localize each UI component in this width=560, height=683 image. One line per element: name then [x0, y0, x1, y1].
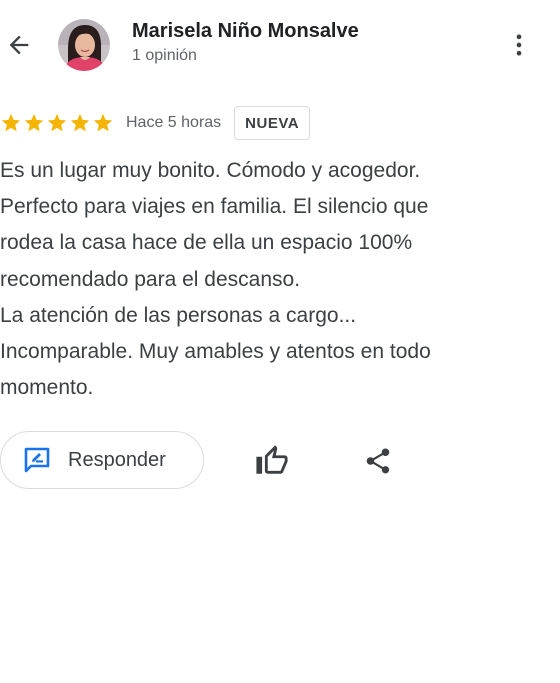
star-icon [70, 113, 90, 132]
star-icon [24, 113, 44, 132]
share-icon [366, 448, 390, 474]
more-options-button[interactable] [504, 28, 534, 62]
star-icon [93, 113, 113, 132]
reply-button[interactable]: Responder [0, 431, 204, 489]
reply-label: Responder [68, 448, 166, 471]
like-button[interactable] [252, 441, 292, 481]
star-icon [1, 113, 21, 132]
review-text-line: momento. [0, 376, 94, 400]
rating-row: Hace 5 horas NUEVA [0, 106, 311, 140]
author-review-count: 1 opinión [132, 47, 197, 64]
avatar[interactable] [58, 19, 110, 71]
review-actions: Responder [0, 431, 560, 491]
back-button[interactable] [2, 28, 36, 62]
review-text-line: rodea la casa hace de ella un espacio 10… [0, 231, 413, 255]
review-time: Hace 5 horas [126, 114, 222, 131]
review-text-line: Perfecto para viajes en familia. El sile… [0, 195, 429, 219]
new-badge: NUEVA [234, 106, 311, 140]
star-icon [47, 113, 67, 132]
review-header: Marisela Niño Monsalve 1 opinión [0, 0, 560, 90]
review-text-line: Incomparable. Muy amables y atentos en t… [0, 340, 431, 364]
review-text-line: La atención de las personas a cargo... [0, 303, 357, 327]
arrow-back-icon [9, 35, 29, 55]
author-name[interactable]: Marisela Niño Monsalve [132, 20, 359, 43]
rate-review-icon [22, 445, 52, 475]
more-vert-icon [516, 34, 522, 56]
review-text-line: recomendado para el descanso. [0, 267, 301, 291]
thumb-up-icon [256, 445, 288, 474]
review-text: Es un lugar muy bonito. Cómodo y acogedo… [0, 153, 545, 406]
share-button[interactable] [358, 441, 398, 481]
profile-photo [58, 19, 110, 71]
review-text-line: Es un lugar muy bonito. Cómodo y acogedo… [0, 159, 421, 182]
star-rating [0, 112, 115, 134]
